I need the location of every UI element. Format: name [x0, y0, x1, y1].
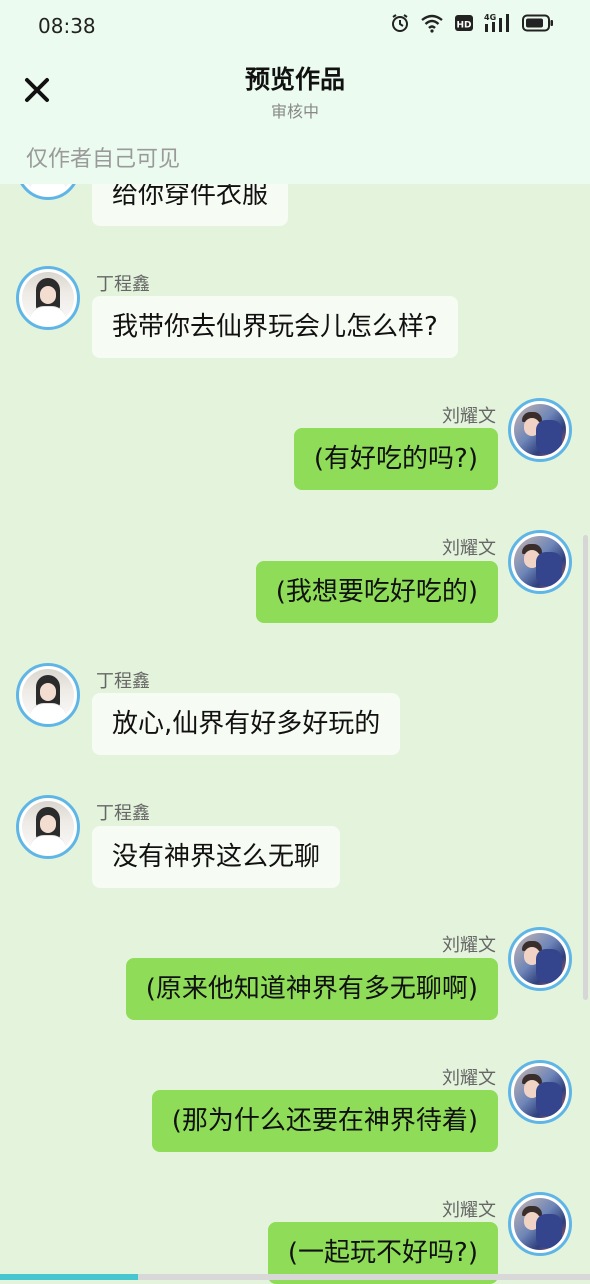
message-bubble[interactable]: 我带你去仙界玩会儿怎么样?: [92, 296, 458, 358]
sender-name: 刘耀文: [442, 1068, 496, 1089]
message-bubble[interactable]: (我想要吃好吃的): [255, 561, 498, 623]
visibility-note: 仅作者自己可见: [26, 147, 181, 172]
sender-name: 丁程鑫: [96, 803, 150, 824]
avatar-right[interactable]: [508, 398, 572, 462]
wifi-icon: [421, 14, 443, 33]
message-bubble[interactable]: 放心,仙界有好多好玩的: [92, 693, 401, 755]
sender-name: 丁程鑫: [96, 274, 150, 295]
sender-name: 刘耀文: [442, 538, 496, 559]
status-icons: HD 4G: [390, 12, 554, 34]
avatar-right[interactable]: [508, 1060, 572, 1124]
avatar-left[interactable]: [16, 266, 80, 330]
page-title: 预览作品: [244, 65, 345, 94]
bottom-progress-strip: [0, 1274, 590, 1280]
sender-name: 刘耀文: [442, 935, 496, 956]
sender-name: 刘耀文: [442, 1200, 496, 1221]
avatar-left[interactable]: [16, 795, 80, 859]
alarm-icon: [392, 14, 408, 32]
svg-text:HD: HD: [456, 21, 471, 31]
4g-signal-icon: 4G: [484, 13, 509, 32]
svg-text:4G: 4G: [484, 13, 496, 22]
message-bubble[interactable]: (那为什么还要在神界待着): [151, 1090, 498, 1152]
sender-name: 丁程鑫: [96, 671, 150, 692]
message-bubble[interactable]: (原来他知道神界有多无聊啊): [125, 958, 498, 1020]
status-time: 08:38: [38, 14, 96, 38]
message-bubble[interactable]: (有好吃的吗?): [293, 428, 498, 490]
battery-icon: [522, 14, 553, 32]
sender-name: 刘耀文: [442, 406, 496, 427]
scrollbar[interactable]: [583, 535, 588, 1000]
avatar-right[interactable]: [508, 1192, 572, 1256]
hd-icon: HD: [455, 15, 473, 31]
header: 08:38 HD 4G 预览作品 审核中 仅作者自己可见: [0, 0, 590, 184]
avatar-right[interactable]: [508, 530, 572, 594]
avatar-left[interactable]: [16, 663, 80, 727]
message-bubble[interactable]: 没有神界这么无聊: [92, 826, 341, 888]
chat-list[interactable]: 给你穿件衣服 丁程鑫 我带你去仙界玩会儿怎么样? 刘耀文 (有好吃的吗?) 刘耀…: [0, 0, 590, 1284]
avatar-right[interactable]: [508, 927, 572, 991]
review-status: 审核中: [270, 102, 319, 121]
